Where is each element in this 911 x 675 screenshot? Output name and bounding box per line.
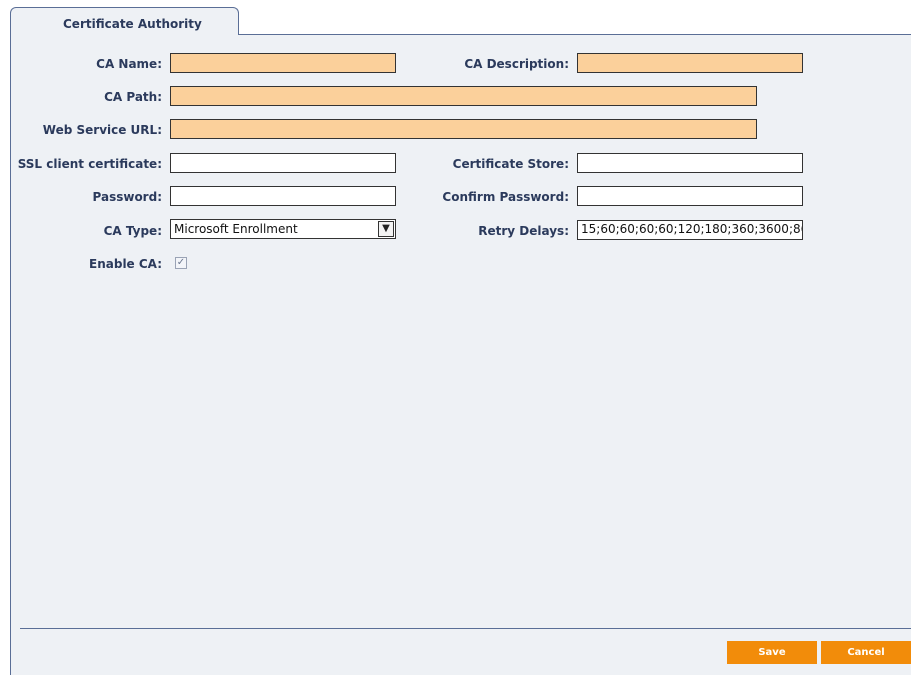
ca-type-label: CA Type:	[103, 224, 162, 238]
ca-path-input[interactable]	[170, 86, 757, 106]
ssl-client-certificate-label: SSL client certificate:	[17, 157, 162, 171]
certificate-store-input[interactable]	[577, 153, 803, 173]
password-label: Password:	[92, 190, 163, 204]
confirm-password-label: Confirm Password:	[442, 190, 569, 204]
ca-description-label: CA Description:	[464, 57, 569, 71]
chevron-down-icon[interactable]: ▼	[378, 221, 394, 237]
web-service-url-label: Web Service URL:	[42, 123, 162, 137]
ca-name-label: CA Name:	[96, 57, 162, 71]
enable-ca-label: Enable CA:	[89, 257, 162, 271]
certificate-store-label: Certificate Store:	[452, 157, 569, 171]
confirm-password-input[interactable]	[577, 186, 803, 206]
password-input[interactable]	[170, 186, 396, 206]
ca-description-input[interactable]	[577, 53, 803, 73]
save-button[interactable]: Save	[727, 641, 817, 664]
retry-delays-input[interactable]: 15;60;60;60;60;120;180;360;3600;8640	[577, 220, 803, 240]
tab-certificate-authority[interactable]: Certificate Authority	[10, 7, 239, 35]
tab-gap	[11, 33, 238, 36]
ca-path-label: CA Path:	[104, 90, 162, 104]
checkmark-icon: ✓	[176, 257, 186, 268]
tab-label: Certificate Authority	[63, 17, 202, 31]
footer-divider	[20, 628, 911, 629]
ca-name-input[interactable]	[170, 53, 396, 73]
cancel-button[interactable]: Cancel	[821, 641, 911, 664]
ca-type-select[interactable]: Microsoft Enrollment ▼	[170, 219, 396, 239]
ca-type-selected-value: Microsoft Enrollment	[174, 222, 298, 236]
web-service-url-input[interactable]	[170, 119, 757, 139]
retry-delays-label: Retry Delays:	[478, 224, 569, 238]
ssl-client-certificate-input[interactable]	[170, 153, 396, 173]
enable-ca-checkbox[interactable]: ✓	[175, 257, 187, 269]
